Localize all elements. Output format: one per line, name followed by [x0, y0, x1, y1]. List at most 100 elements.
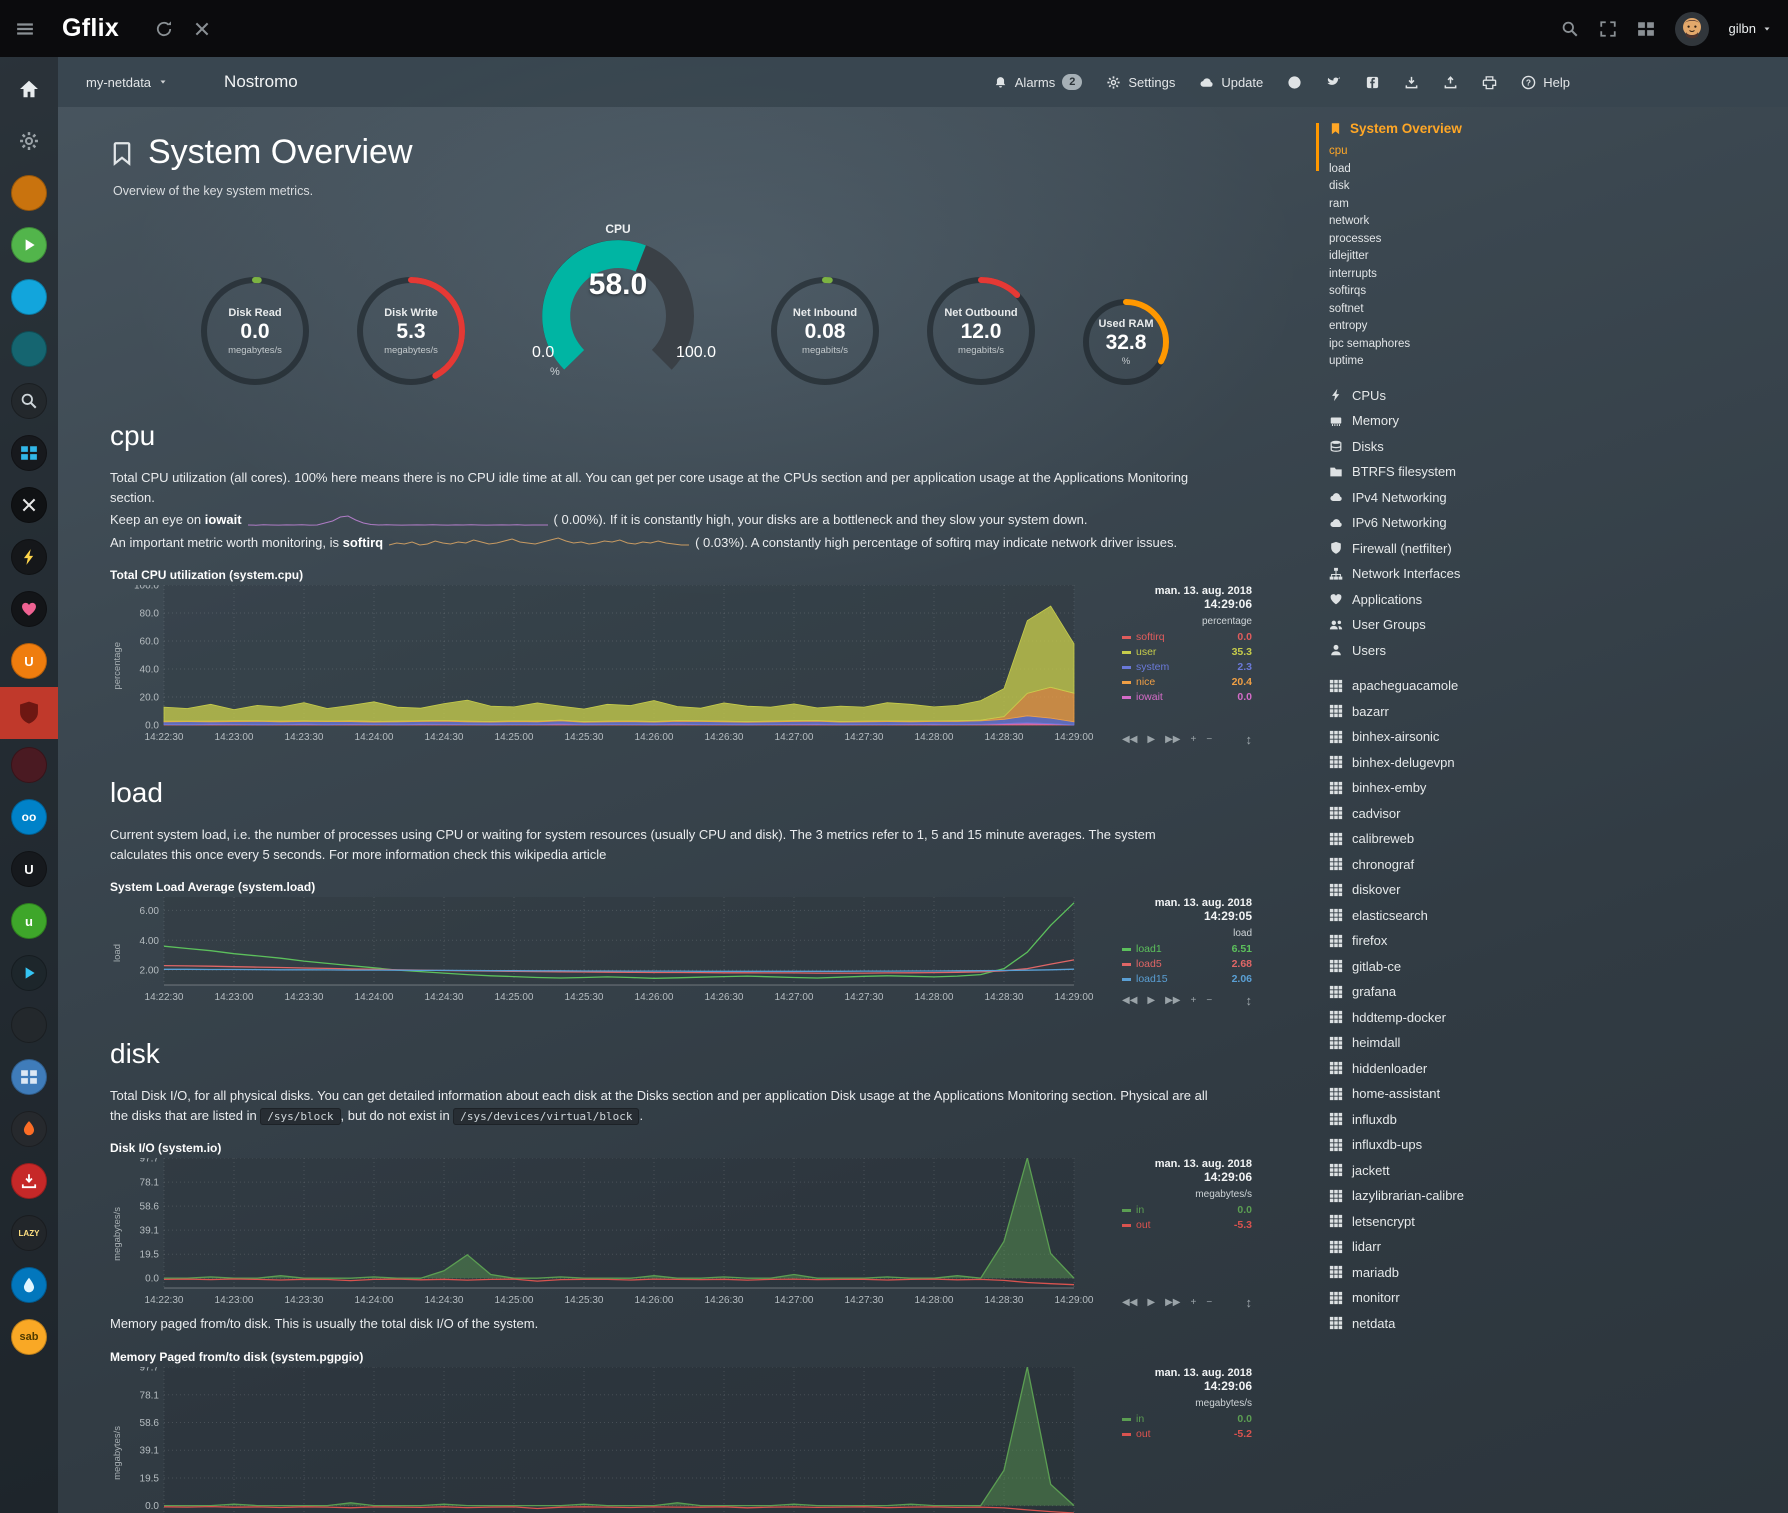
legend-cpu-nice[interactable]: nice20.4: [1122, 675, 1252, 690]
print-icon[interactable]: [1482, 75, 1497, 90]
sidebar-app-bazarr[interactable]: bazarr: [1316, 699, 1578, 725]
zoom-out-button[interactable]: −: [1206, 734, 1212, 745]
sidebar-sub-disk[interactable]: disk: [1329, 178, 1578, 196]
pan-left-button[interactable]: ◀◀: [1122, 1297, 1137, 1308]
close-icon[interactable]: [193, 20, 211, 38]
play-button[interactable]: ▶: [1147, 995, 1155, 1006]
sidebar-sub-ram[interactable]: ram: [1329, 196, 1578, 214]
chart-plot-mem[interactable]: 97.778.158.639.119.50.014:22:3014:23:001…: [124, 1367, 1114, 1513]
sidebar-sub-uptime[interactable]: uptime: [1329, 353, 1578, 371]
sidebar-app-app-20[interactable]: [0, 1155, 58, 1207]
sidebar-app-apacheguacamole[interactable]: apacheguacamole: [1316, 673, 1578, 699]
pan-left-button[interactable]: ◀◀: [1122, 734, 1137, 745]
host-selector[interactable]: my-netdata: [86, 75, 168, 90]
facebook-icon[interactable]: [1365, 75, 1380, 90]
sidebar-app-home[interactable]: [0, 63, 58, 115]
pan-right-button[interactable]: ▶▶: [1165, 995, 1180, 1006]
sidebar-app-letsencrypt[interactable]: letsencrypt: [1316, 1209, 1578, 1235]
sidebar-app-app-23[interactable]: sab: [0, 1311, 58, 1363]
zoom-in-button[interactable]: +: [1190, 1297, 1196, 1308]
chart-resize-handle[interactable]: ↕: [1246, 1295, 1253, 1310]
github-icon[interactable]: [1287, 75, 1302, 90]
sidebar-app-app-22[interactable]: [0, 1259, 58, 1311]
pan-left-button[interactable]: ◀◀: [1122, 995, 1137, 1006]
sidebar-app-app-8[interactable]: [0, 531, 58, 583]
sidebar-menu-ipv6-networking[interactable]: IPv6 Networking: [1316, 510, 1578, 536]
legend-cpu-iowait[interactable]: iowait0.0: [1122, 690, 1252, 705]
gauge-disk-write[interactable]: Disk Write5.3megabytes/s: [352, 272, 470, 390]
legend-cpu-system[interactable]: system2.3: [1122, 660, 1252, 675]
chart-plot-cpu[interactable]: 100.080.060.040.020.00.014:22:3014:23:00…: [124, 585, 1114, 747]
sidebar-app-firefox[interactable]: firefox: [1316, 928, 1578, 954]
sidebar-app-app-5[interactable]: [0, 375, 58, 427]
sidebar-app-settings[interactable]: [0, 115, 58, 167]
chart-plot-disk[interactable]: 97.778.158.639.119.50.014:22:3014:23:001…: [124, 1158, 1114, 1310]
sidebar-app-app-1[interactable]: [0, 167, 58, 219]
zoom-out-button[interactable]: −: [1206, 995, 1212, 1006]
sidebar-app-netdata[interactable]: netdata: [1316, 1311, 1578, 1337]
sidebar-app-influxdb-ups[interactable]: influxdb-ups: [1316, 1132, 1578, 1158]
sidebar-sub-processes[interactable]: processes: [1329, 231, 1578, 249]
sidebar-app-elasticsearch[interactable]: elasticsearch: [1316, 903, 1578, 929]
sidebar-app-app-4[interactable]: [0, 323, 58, 375]
sidebar-system-overview[interactable]: System Overview: [1329, 121, 1578, 136]
sidebar-sub-interrupts[interactable]: interrupts: [1329, 266, 1578, 284]
sidebar-menu-disks[interactable]: Disks: [1316, 434, 1578, 460]
gauge-disk-read[interactable]: Disk Read0.0megabytes/s: [196, 272, 314, 390]
sidebar-app-binhex-delugevpn[interactable]: binhex-delugevpn: [1316, 750, 1578, 776]
pan-right-button[interactable]: ▶▶: [1165, 734, 1180, 745]
sidebar-app-binhex-emby[interactable]: binhex-emby: [1316, 775, 1578, 801]
sidebar-app-heimdall[interactable]: heimdall: [1316, 1030, 1578, 1056]
settings-button[interactable]: Settings: [1106, 75, 1175, 90]
pan-right-button[interactable]: ▶▶: [1165, 1297, 1180, 1308]
sidebar-app-app-12[interactable]: [0, 739, 58, 791]
sidebar-sub-cpu[interactable]: cpu: [1329, 143, 1578, 161]
sidebar-sub-load[interactable]: load: [1329, 161, 1578, 179]
sidebar-app-app-21[interactable]: LAZY: [0, 1207, 58, 1259]
sidebar-app-app-18[interactable]: [0, 1051, 58, 1103]
sidebar-app-gitlab-ce[interactable]: gitlab-ce: [1316, 954, 1578, 980]
sidebar-app-diskover[interactable]: diskover: [1316, 877, 1578, 903]
legend-disk-in[interactable]: in0.0: [1122, 1203, 1252, 1218]
sidebar-menu-applications[interactable]: Applications: [1316, 587, 1578, 613]
sidebar-sub-network[interactable]: network: [1329, 213, 1578, 231]
gauge-net-outbound[interactable]: Net Outbound12.0megabits/s: [922, 272, 1040, 390]
sidebar-app-app-19[interactable]: [0, 1103, 58, 1155]
legend-load-load1[interactable]: load16.51: [1122, 942, 1252, 957]
sidebar-app-hddtemp-docker[interactable]: hddtemp-docker: [1316, 1005, 1578, 1031]
panels-icon[interactable]: [1637, 20, 1655, 38]
sidebar-app-monitorr[interactable]: monitorr: [1316, 1285, 1578, 1311]
sidebar-app-jackett[interactable]: jackett: [1316, 1158, 1578, 1184]
sidebar-app-app-14[interactable]: U: [0, 843, 58, 895]
twitter-icon[interactable]: [1326, 75, 1341, 90]
gauge-cpu[interactable]: CPU58.00.0100.0%: [508, 222, 728, 390]
sidebar-menu-user-groups[interactable]: User Groups: [1316, 612, 1578, 638]
upload-icon[interactable]: [1443, 75, 1458, 90]
sidebar-app-hiddenloader[interactable]: hiddenloader: [1316, 1056, 1578, 1082]
zoom-in-button[interactable]: +: [1190, 995, 1196, 1006]
avatar[interactable]: [1675, 12, 1709, 46]
legend-cpu-softirq[interactable]: softirq0.0: [1122, 630, 1252, 645]
sidebar-menu-network-interfaces[interactable]: Network Interfaces: [1316, 561, 1578, 587]
legend-disk-out[interactable]: out-5.3: [1122, 1218, 1252, 1233]
chart-plot-load[interactable]: 6.004.002.0014:22:3014:23:0014:23:3014:2…: [124, 897, 1114, 1007]
sidebar-app-app-13[interactable]: oo: [0, 791, 58, 843]
sidebar-app-app-2[interactable]: [0, 219, 58, 271]
sidebar-menu-cpus[interactable]: CPUs: [1316, 383, 1578, 409]
sidebar-menu-firewall-netfilter-[interactable]: Firewall (netfilter): [1316, 536, 1578, 562]
sidebar-app-app-17[interactable]: [0, 999, 58, 1051]
sidebar-app-calibreweb[interactable]: calibreweb: [1316, 826, 1578, 852]
user-menu[interactable]: gilbn: [1729, 21, 1772, 36]
sidebar-menu-btrfs-filesystem[interactable]: BTRFS filesystem: [1316, 459, 1578, 485]
sidebar-app-app-11[interactable]: [0, 687, 58, 739]
fullscreen-icon[interactable]: [1599, 20, 1617, 38]
sidebar-app-mariadb[interactable]: mariadb: [1316, 1260, 1578, 1286]
sidebar-menu-ipv4-networking[interactable]: IPv4 Networking: [1316, 485, 1578, 511]
sidebar-menu-memory[interactable]: Memory: [1316, 408, 1578, 434]
search-icon[interactable]: [1561, 20, 1579, 38]
help-button[interactable]: ? Help: [1521, 75, 1570, 90]
legend-load-load5[interactable]: load52.68: [1122, 957, 1252, 972]
sidebar-app-app-15[interactable]: u: [0, 895, 58, 947]
sidebar-sub-idlejitter[interactable]: idlejitter: [1329, 248, 1578, 266]
zoom-in-button[interactable]: +: [1190, 734, 1196, 745]
